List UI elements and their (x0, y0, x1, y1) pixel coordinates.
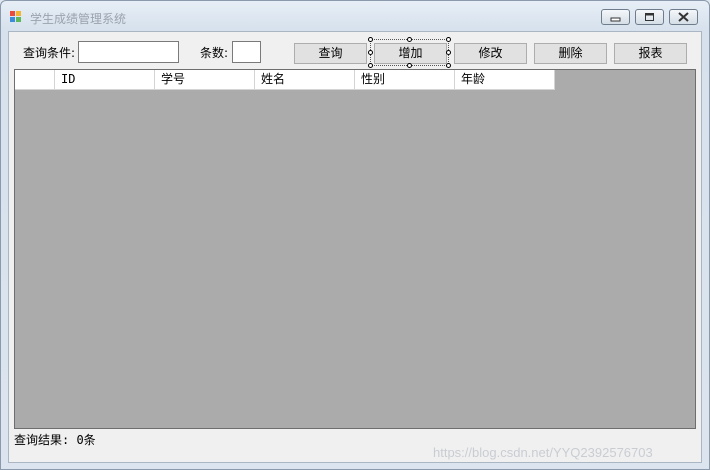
resize-handle[interactable] (407, 63, 412, 68)
query-condition-input[interactable] (78, 41, 179, 63)
title-bar[interactable]: 学生成绩管理系统 (1, 1, 709, 31)
resize-handle[interactable] (407, 37, 412, 42)
designer-selection-frame (370, 39, 449, 66)
column-header-gender[interactable]: 性别 (355, 70, 455, 90)
column-header-age[interactable]: 年龄 (455, 70, 555, 90)
close-icon (678, 12, 689, 22)
grid-header-row: ID 学号 姓名 性别 年龄 (15, 70, 555, 90)
minimize-button[interactable] (601, 9, 630, 25)
query-result-status: 查询结果: 0条 (14, 433, 96, 447)
maximize-icon (645, 13, 654, 21)
watermark: https://blog.csdn.net/YYQ2392576703 (433, 445, 653, 460)
query-condition-label: 查询条件: (23, 46, 76, 60)
query-button[interactable]: 查询 (294, 43, 367, 64)
app-icon (10, 11, 23, 24)
delete-button[interactable]: 删除 (534, 43, 607, 64)
close-button[interactable] (669, 9, 698, 25)
resize-handle[interactable] (446, 50, 451, 55)
resize-handle[interactable] (446, 63, 451, 68)
data-grid[interactable]: ID 学号 姓名 性别 年龄 (14, 69, 696, 429)
app-window: 学生成绩管理系统 查询条件: 条数: 查询 增加 修改 删除 报表 ID 学号 … (0, 0, 710, 470)
minimize-icon (610, 17, 621, 22)
maximize-button[interactable] (635, 9, 664, 25)
edit-button[interactable]: 修改 (454, 43, 527, 64)
row-header-corner[interactable] (15, 70, 55, 90)
column-header-student-number[interactable]: 学号 (155, 70, 255, 90)
count-input[interactable] (232, 41, 261, 63)
resize-handle[interactable] (368, 37, 373, 42)
resize-handle[interactable] (368, 63, 373, 68)
resize-handle[interactable] (446, 37, 451, 42)
window-title: 学生成绩管理系统 (30, 12, 127, 26)
form-client-area: 查询条件: 条数: 查询 增加 修改 删除 报表 ID 学号 姓名 性别 年龄 … (8, 31, 702, 463)
count-label: 条数: (200, 46, 229, 60)
report-button[interactable]: 报表 (614, 43, 687, 64)
column-header-id[interactable]: ID (55, 70, 155, 90)
column-header-name[interactable]: 姓名 (255, 70, 355, 90)
resize-handle[interactable] (368, 50, 373, 55)
